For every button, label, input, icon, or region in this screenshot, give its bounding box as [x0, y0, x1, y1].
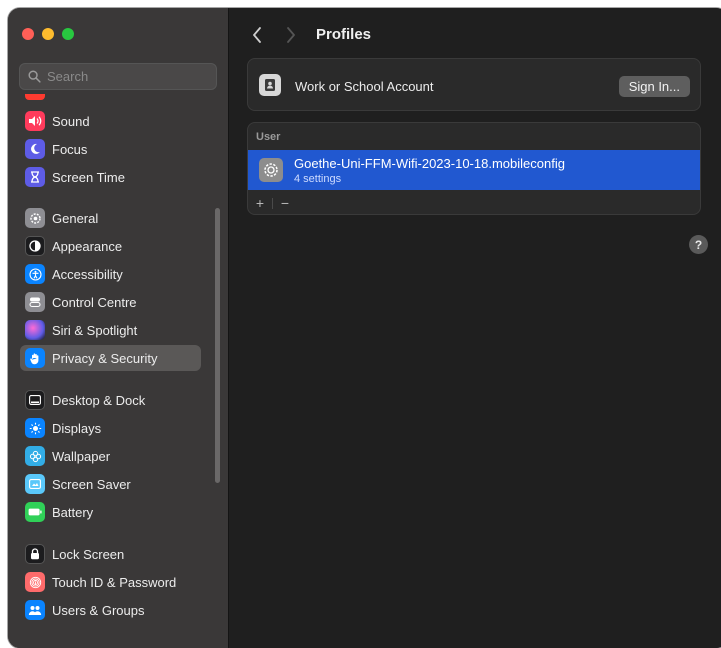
sidebar: Sound Focus Screen Time General	[8, 8, 229, 648]
profile-row[interactable]: Goethe-Uni-FFM-Wifi-2023-10-18.mobilecon…	[248, 150, 700, 190]
sidebar-item-appearance[interactable]: Appearance	[20, 233, 201, 259]
id-badge-icon	[259, 74, 281, 96]
battery-icon	[25, 502, 45, 522]
users-icon	[25, 600, 45, 620]
siri-icon	[25, 320, 45, 340]
sidebar-item-screen-time[interactable]: Screen Time	[20, 164, 201, 190]
sign-in-button[interactable]: Sign In...	[618, 76, 690, 97]
hourglass-icon	[25, 167, 45, 187]
sidebar-item-label: Screen Time	[52, 169, 125, 185]
work-account-row: Work or School Account Sign In...	[247, 58, 701, 111]
hand-icon	[25, 348, 45, 368]
add-profile-button[interactable]: +	[251, 194, 269, 212]
gear-icon	[25, 208, 45, 228]
sidebar-item-screen-saver[interactable]: Screen Saver	[20, 471, 201, 497]
accessibility-icon	[25, 264, 45, 284]
moon-icon	[25, 139, 45, 159]
sidebar-item-label: Control Centre	[52, 294, 137, 310]
section-header-user: User	[256, 131, 281, 143]
control-centre-icon	[25, 292, 45, 312]
search-input[interactable]	[47, 69, 207, 84]
appearance-icon	[25, 236, 45, 256]
system-settings-window: Sound Focus Screen Time General	[8, 8, 721, 648]
sidebar-item-control-centre[interactable]: Control Centre	[20, 289, 201, 315]
sidebar-item-label: Displays	[52, 420, 102, 436]
sidebar-item-users-groups[interactable]: Users & Groups	[20, 597, 201, 623]
screen-saver-icon	[25, 474, 45, 494]
sidebar-item-label: Lock Screen	[52, 546, 125, 562]
sidebar-item-label: Focus	[52, 141, 88, 157]
sidebar-item-label: Wallpaper	[52, 448, 111, 464]
sidebar-item-label: Privacy & Security	[52, 350, 158, 366]
dock-icon	[25, 390, 45, 410]
page-title: Profiles	[316, 26, 372, 43]
profile-name: Goethe-Uni-FFM-Wifi-2023-10-18.mobilecon…	[294, 156, 565, 171]
sidebar-item-focus[interactable]: Focus	[20, 136, 201, 162]
sidebar-item-label: Touch ID & Password	[52, 574, 177, 590]
forward-button[interactable]	[281, 24, 301, 46]
sidebar-item-label: Screen Saver	[52, 476, 131, 492]
profile-detail: 4 settings	[294, 173, 342, 185]
add-remove-bar: + −	[248, 190, 700, 214]
sidebar-item-wallpaper[interactable]: Wallpaper	[20, 443, 201, 469]
sidebar-item-label: Appearance	[52, 238, 123, 254]
search-icon	[28, 70, 41, 83]
sidebar-item-battery[interactable]: Battery	[20, 499, 201, 525]
sidebar-item-touch-id[interactable]: Touch ID & Password	[20, 569, 201, 595]
divider	[272, 198, 273, 209]
sidebar-item-desktop-dock[interactable]: Desktop & Dock	[20, 387, 201, 413]
window-controls	[22, 28, 74, 40]
sidebar-item-label: Sound	[52, 113, 90, 129]
sidebar-item-label: Siri & Spotlight	[52, 322, 138, 338]
sidebar-item-label: Accessibility	[52, 266, 123, 282]
profiles-list: User Goethe-Uni-FFM-Wifi-2023-10-18.mobi…	[247, 122, 701, 215]
back-button[interactable]	[247, 24, 267, 46]
sidebar-item-lock-screen[interactable]: Lock Screen	[20, 541, 201, 567]
help-button[interactable]: ?	[689, 235, 708, 254]
sidebar-item-displays[interactable]: Displays	[20, 415, 201, 441]
remove-profile-button[interactable]: −	[276, 194, 294, 212]
zoom-button[interactable]	[62, 28, 74, 40]
sidebar-item-label: Battery	[52, 504, 94, 520]
sidebar-item-siri-spotlight[interactable]: Siri & Spotlight	[20, 317, 201, 343]
sidebar-item-label: General	[52, 210, 99, 226]
sidebar-item-sound[interactable]: Sound	[20, 108, 201, 134]
gear-icon	[259, 158, 283, 182]
sidebar-item-label: Desktop & Dock	[52, 392, 146, 408]
lock-icon	[25, 544, 45, 564]
close-button[interactable]	[22, 28, 34, 40]
main-content: Profiles Work or School Account Sign In.…	[229, 8, 721, 648]
chevron-right-icon	[287, 27, 295, 43]
sun-icon	[25, 418, 45, 438]
search-field[interactable]	[19, 63, 217, 90]
fingerprint-icon	[25, 572, 45, 592]
minimize-button[interactable]	[42, 28, 54, 40]
sidebar-scrollbar[interactable]	[215, 208, 220, 483]
chevron-left-icon	[253, 27, 261, 43]
sidebar-item-label: Users & Groups	[52, 602, 145, 618]
speaker-icon	[25, 111, 45, 131]
sidebar-item-general[interactable]: General	[20, 205, 201, 231]
scrolled-item-peek	[25, 94, 45, 100]
flower-icon	[25, 446, 45, 466]
sidebar-item-privacy-security[interactable]: Privacy & Security	[20, 345, 201, 371]
sidebar-item-accessibility[interactable]: Accessibility	[20, 261, 201, 287]
work-account-label: Work or School Account	[295, 79, 434, 94]
